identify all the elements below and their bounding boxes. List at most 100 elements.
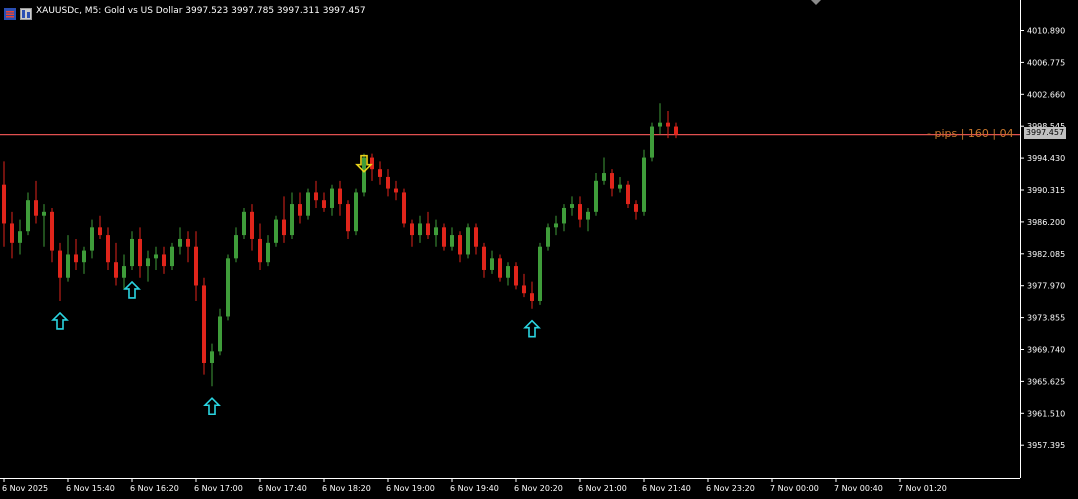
candle-body [562, 207, 566, 224]
pips-indicator-label: - pips | 160 | 04 [927, 127, 1014, 140]
candle-body [10, 223, 14, 243]
candle-body [442, 227, 446, 247]
time-tick-label: 6 Nov 21:40 [642, 484, 691, 493]
candle-body [570, 204, 574, 208]
candle-body [658, 122, 662, 127]
chart-window-icon[interactable] [20, 5, 32, 20]
price-tick-label: 3969.740 [1027, 346, 1065, 355]
time-tick-label: 6 Nov 16:20 [130, 484, 179, 493]
candle-body [2, 184, 6, 224]
price-tick-label: 4006.775 [1027, 58, 1065, 67]
time-tick-label: 6 Nov 19:00 [386, 484, 435, 493]
candle-body [90, 227, 94, 251]
candle-body [226, 258, 230, 317]
candle-body [490, 258, 494, 270]
candle-body [98, 227, 102, 236]
candle-body [194, 246, 198, 286]
candle-body [58, 250, 62, 278]
candle-body [202, 285, 206, 363]
candle-body [34, 200, 38, 216]
time-tick-label: 6 Nov 17:00 [194, 484, 243, 493]
candle-body [426, 223, 430, 236]
price-tick-label: 3990.315 [1027, 186, 1065, 195]
candle-body [610, 173, 614, 189]
candlestick-chart[interactable]: 4010.8904006.7754002.6603998.5453994.430… [0, 0, 1078, 499]
candle-body [186, 238, 190, 247]
candle-body [546, 227, 550, 247]
candle-body [650, 126, 654, 158]
candle-body [26, 200, 30, 232]
buy-signal-arrow [123, 280, 141, 299]
candle-body [602, 173, 606, 181]
time-tick-label: 6 Nov 23:20 [706, 484, 755, 493]
time-tick-label: 7 Nov 00:00 [770, 484, 819, 493]
candle-body [170, 246, 174, 267]
candle-body [74, 254, 78, 263]
time-tick-label: 6 Nov 21:00 [578, 484, 627, 493]
price-tick-label: 3965.625 [1027, 377, 1065, 386]
candle-body [434, 227, 438, 236]
symbol-description: XAUUSDc, M5: Gold vs US Dollar 3997.523 … [36, 6, 366, 16]
candle-body [410, 223, 414, 236]
candle-body [418, 223, 422, 236]
candle-body [346, 204, 350, 232]
candle-body [234, 235, 238, 259]
price-tick-label: 3961.510 [1027, 409, 1065, 418]
candle-body [314, 192, 318, 201]
candle-body [330, 188, 334, 208]
candle-body [354, 192, 358, 232]
candle-body [178, 238, 182, 247]
candle-body [242, 211, 246, 236]
candle-body [274, 219, 278, 243]
candle-body [378, 169, 382, 177]
candle-body [402, 192, 406, 224]
candle-body [82, 250, 86, 263]
candle-body [162, 254, 166, 267]
candle-body [130, 238, 134, 267]
candle-body [674, 126, 678, 135]
chart-settings-icon[interactable] [4, 5, 16, 20]
time-tick-label: 7 Nov 00:40 [834, 484, 883, 493]
price-tick-label: 4010.890 [1027, 27, 1065, 36]
candle-body [554, 223, 558, 228]
candle-body [122, 266, 126, 278]
time-tick-label: 6 Nov 17:40 [258, 484, 307, 493]
candle-body [338, 188, 342, 205]
candle-body [626, 184, 630, 205]
time-tick-label: 6 Nov 18:20 [322, 484, 371, 493]
candle-body [370, 157, 374, 170]
price-tick-label: 3986.200 [1027, 218, 1065, 227]
candle-body [258, 238, 262, 263]
candle-body [466, 227, 470, 255]
candle-body [482, 246, 486, 270]
candle-body [18, 231, 22, 243]
candle-body [530, 293, 534, 301]
candle-body [522, 285, 526, 294]
candle-body [394, 188, 398, 193]
time-tick-label: 6 Nov 15:40 [66, 484, 115, 493]
candle-body [362, 157, 366, 193]
time-tick-label: 6 Nov 2025 [2, 484, 48, 493]
price-tick-label: 3994.430 [1027, 154, 1065, 163]
candle-body [618, 184, 622, 189]
candle-body [506, 266, 510, 278]
candle-body [306, 192, 310, 216]
candle-body [386, 176, 390, 189]
candle-body [282, 219, 286, 236]
chart-shift-marker[interactable] [811, 0, 821, 5]
candle-body [458, 235, 462, 255]
candle-body [634, 204, 638, 212]
candle-body [42, 211, 46, 216]
candle-body [298, 204, 302, 216]
current-price-tag: 3997.457 [1024, 127, 1066, 139]
candle-body [474, 227, 478, 247]
candle-body [146, 258, 150, 267]
time-tick-label: 6 Nov 19:40 [450, 484, 499, 493]
buy-signal-arrow [523, 319, 541, 338]
candle-body [210, 351, 214, 363]
candle-body [578, 204, 582, 220]
candle-body [138, 238, 142, 267]
candle-body [322, 200, 326, 208]
time-tick-label: 6 Nov 20:20 [514, 484, 563, 493]
candle-body [114, 262, 118, 278]
